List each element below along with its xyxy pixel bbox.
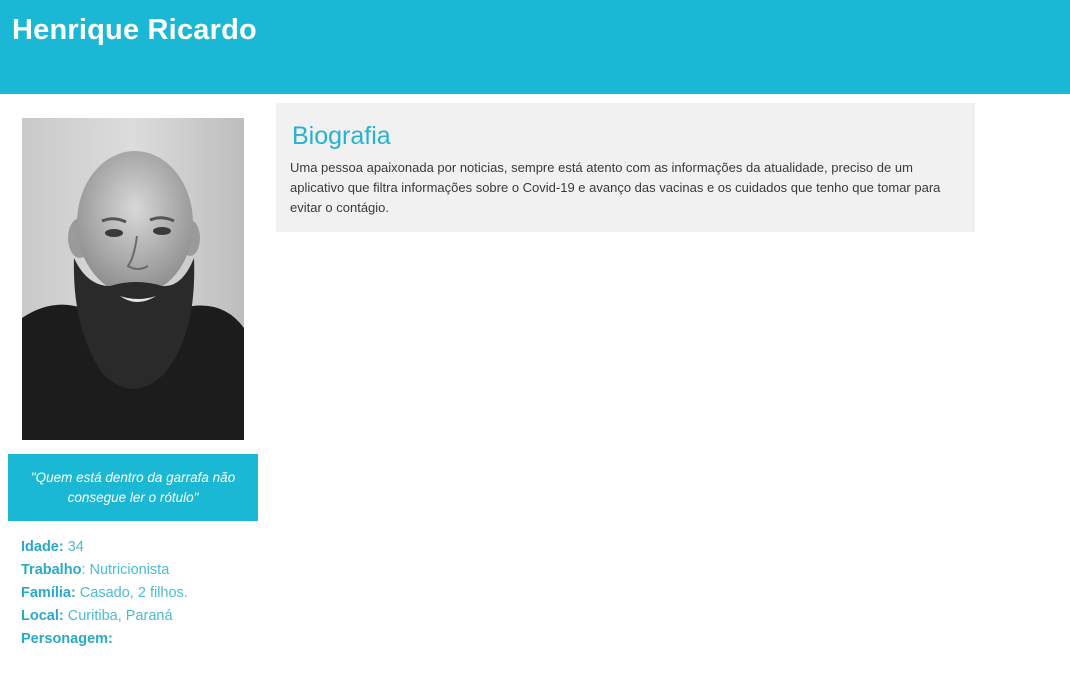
biography-title: Biografia — [292, 122, 391, 150]
quote-text: "Quem está dentro da garrafa não consegu… — [30, 469, 236, 505]
fact-value: 34 — [63, 539, 84, 555]
persona-facts: Idade: 34 Trabalho: Nutricionista Famíli… — [21, 536, 261, 651]
fact-persona: Personagem: — [21, 628, 261, 651]
fact-label: Trabalho — [21, 562, 82, 578]
fact-job: Trabalho: Nutricionista — [21, 559, 261, 582]
fact-label: Local: — [21, 608, 64, 624]
fact-age: Idade: 34 — [21, 536, 261, 559]
biography-panel: Biografia Uma pessoa apaixonada por noti… — [276, 103, 975, 232]
persona-photo — [22, 118, 244, 440]
fact-value: Casado, 2 filhos. — [75, 585, 188, 601]
fact-label: Personagem: — [21, 631, 113, 647]
fact-location: Local: Curitiba, Paraná — [21, 605, 261, 628]
biography-text: Uma pessoa apaixonada por noticias, semp… — [290, 160, 941, 215]
page-header: Henrique Ricardo — [0, 0, 1070, 94]
persona-name: Henrique Ricardo — [12, 14, 257, 46]
fact-family: Família: Casado, 2 filhos. — [21, 582, 261, 605]
fact-label: Família: — [21, 585, 76, 601]
fact-label: Idade: — [21, 539, 64, 555]
fact-value: Curitiba, Paraná — [63, 608, 173, 624]
persona-quote: "Quem está dentro da garrafa não consegu… — [8, 454, 258, 521]
fact-value: : Nutricionista — [81, 562, 170, 578]
